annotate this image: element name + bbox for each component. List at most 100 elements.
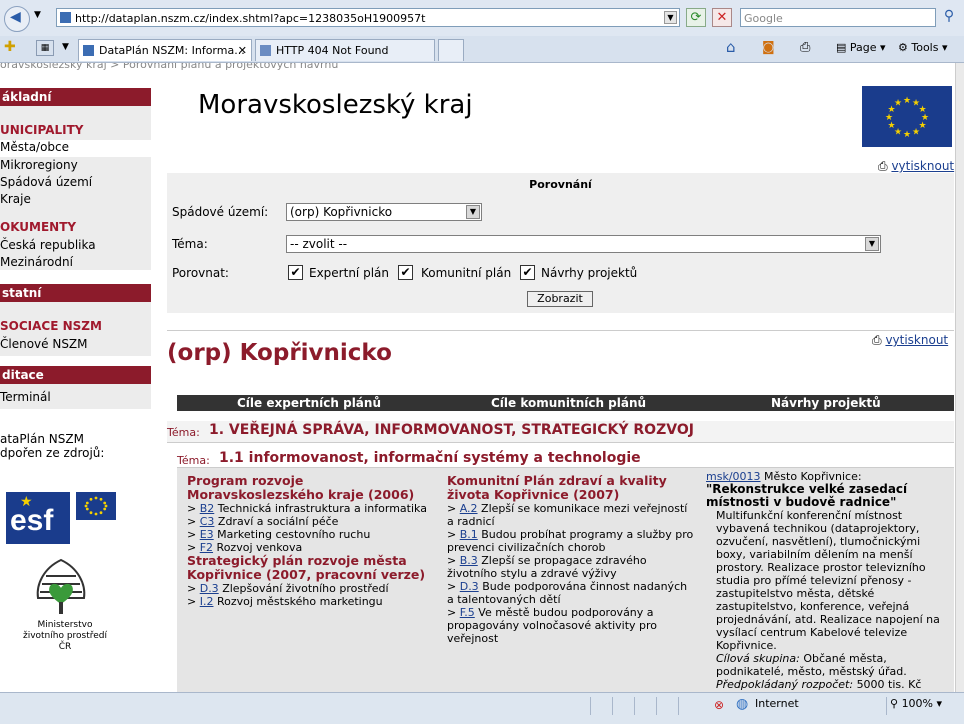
goal-code-link[interactable]: D.3 — [200, 582, 219, 595]
goal-code-link[interactable]: F.5 — [460, 606, 475, 619]
tools-menu[interactable]: ⚙ Tools ▾ — [898, 38, 948, 58]
tab-404[interactable]: HTTP 404 Not Found — [255, 39, 435, 61]
url-text: http://dataplan.nszm.cz/index.shtml?apc=… — [75, 12, 426, 25]
zoom-icon: ⚲ — [890, 697, 899, 710]
tab-label: DataPlán NSZM: Informa... — [99, 44, 245, 57]
ministry-caption: Ministerstvo životního prostředí ČR — [18, 620, 112, 653]
community-column: Komunitní Plán zdraví a kvality života K… — [447, 473, 697, 646]
status-segment — [612, 697, 635, 715]
sidebar-item-label: Kraje — [0, 192, 31, 206]
status-segment — [590, 697, 613, 715]
breadcrumb: oravskoslezský kraj > Porovnání plánů a … — [0, 63, 360, 71]
goal-text: Marketing cestovního ruchu — [217, 528, 371, 541]
page-menu[interactable]: ▤ Page ▾ — [836, 38, 886, 58]
print-link-label: vytisknout — [891, 159, 955, 173]
divider — [167, 330, 954, 331]
column-header-row: Cíle expertních plánů Cíle komunitních p… — [177, 395, 954, 411]
goal-code-link[interactable]: B.1 — [460, 528, 478, 541]
goal-code-link[interactable]: A.2 — [460, 502, 478, 515]
sidebar-item-international[interactable]: Mezinárodní — [0, 255, 73, 269]
goal-code-link[interactable]: E3 — [200, 528, 214, 541]
popup-blocked-icon[interactable]: ⊗ — [714, 698, 724, 712]
search-icon[interactable]: ⚲ — [938, 8, 960, 27]
print-link-top[interactable]: ⎙ vytisknout — [878, 159, 954, 174]
page-title: Moravskoslezský kraj — [198, 90, 473, 120]
theme-prefix: Téma: — [167, 426, 200, 439]
expert-plan-1-title: Program rozvoje Moravskoslezského kraje … — [187, 473, 415, 502]
goal-text: Rozvoj městského marketingu — [216, 595, 383, 608]
sidebar-item-label: Spádová území — [0, 175, 93, 189]
checkbox-expert[interactable]: ✔ — [288, 265, 303, 280]
search-input[interactable]: Google — [740, 8, 936, 27]
sidebar-item-members[interactable]: Členové NSZM — [0, 337, 88, 351]
svg-text:★: ★ — [912, 128, 920, 138]
sidebar-category-documents: OKUMENTY — [0, 220, 77, 234]
submit-button[interactable]: Zobrazit — [527, 291, 593, 307]
column-header-expert: Cíle expertních plánů — [237, 396, 381, 410]
checkbox-projects[interactable]: ✔ — [520, 265, 535, 280]
goal-code-link[interactable]: B.3 — [460, 554, 478, 567]
chevron-down-icon: ▼ — [466, 205, 480, 219]
sidebar-item-czech-republic[interactable]: Česká republika — [0, 238, 96, 252]
sidebar-item-label: Členové NSZM — [0, 337, 88, 351]
theme-prefix: Téma: — [177, 454, 210, 467]
goal-code-link[interactable]: I.2 — [200, 595, 214, 608]
refresh-icon[interactable]: ⟳ — [686, 8, 706, 27]
community-plan-title: Komunitní Plán zdraví a kvality života K… — [447, 473, 667, 502]
sidebar-section-other[interactable]: statní — [0, 284, 151, 302]
new-tab-button[interactable] — [438, 39, 464, 61]
sidebar: ákladní UNICIPALITY Města/obce Mikroregi… — [0, 72, 151, 692]
sidebar-item-regions[interactable]: Kraje — [0, 192, 31, 206]
expert-column: Program rozvoje Moravskoslezského kraje … — [187, 473, 437, 609]
ministry-tree-icon — [36, 558, 86, 614]
compare-heading: Porovnání — [529, 178, 592, 191]
favorites-star-icon[interactable]: ✚ — [4, 39, 16, 55]
back-arrow-icon: ◀ — [10, 9, 21, 25]
column-header-community: Cíle komunitních plánů — [491, 396, 647, 410]
theme-select[interactable]: -- zvolit -- ▼ — [286, 235, 881, 253]
goal-text: Ve městě budou podporovány a propagovány… — [447, 606, 658, 645]
zoom-control[interactable]: ⚲ 100% ▾ — [890, 697, 942, 710]
area-select[interactable]: (orp) Kopřivnicko ▼ — [286, 203, 482, 221]
goal-item: > B2 Technická infrastruktura a informat… — [187, 502, 427, 515]
sidebar-section-basic[interactable]: ákladní — [0, 88, 151, 106]
goal-code-link[interactable]: D.3 — [460, 580, 479, 593]
esf-logo-text: esf — [10, 504, 54, 537]
funding-text-2: dpořen ze zdrojů: — [0, 446, 105, 460]
checkbox-projects-label: Návrhy projektů — [541, 266, 638, 280]
page-menu-label: Page — [849, 41, 877, 54]
tools-menu-label: Tools — [911, 41, 939, 54]
url-dropdown-icon[interactable]: ▼ — [664, 11, 677, 24]
stop-icon[interactable]: ✕ — [712, 8, 732, 27]
home-icon[interactable]: ⌂ — [726, 37, 736, 57]
close-tab-icon[interactable]: ✕ — [238, 40, 247, 61]
print-link-result[interactable]: ⎙ vytisknout — [872, 333, 948, 348]
sidebar-item-cities[interactable]: Města/obce — [0, 140, 151, 157]
tab-dataplan[interactable]: DataPlán NSZM: Informa... ✕ — [78, 39, 252, 61]
checkmark-icon: ✔ — [400, 265, 411, 279]
quick-tabs-icon[interactable]: ▦ — [36, 40, 54, 56]
eu-flag: ★ ★ ★ ★ ★ ★ ★ ★ ★ ★ ★ ★ — [862, 86, 952, 147]
checkmark-icon: ✔ — [522, 265, 533, 279]
tab-list-dropdown-icon[interactable]: ▼ — [62, 42, 69, 52]
sidebar-item-catchment[interactable]: Spádová území — [0, 175, 92, 189]
print-icon[interactable]: ⎙ — [800, 38, 810, 58]
sidebar-item-terminal[interactable]: Terminál — [0, 390, 51, 404]
sidebar-item-microregions[interactable]: Mikroregiony — [0, 158, 78, 172]
checkbox-community[interactable]: ✔ — [398, 265, 413, 280]
back-button[interactable]: ◀ — [4, 6, 30, 32]
status-segment — [634, 697, 657, 715]
url-input[interactable]: http://dataplan.nszm.cz/index.shtml?apc=… — [56, 8, 680, 27]
sidebar-section-edit[interactable]: ditace — [0, 366, 151, 384]
project-target-label: Cílová skupina: — [716, 652, 800, 665]
sidebar-item-label: Mikroregiony — [0, 158, 78, 172]
page-icon: ▤ — [836, 41, 847, 54]
vertical-scrollbar[interactable] — [955, 63, 964, 692]
goal-code-link[interactable]: C3 — [200, 515, 215, 528]
result-title: (orp) Kopřivnicko — [167, 340, 392, 366]
checkbox-community-label: Komunitní plán — [421, 266, 512, 280]
goal-code-link[interactable]: B2 — [200, 502, 215, 515]
history-dropdown-icon[interactable]: ▼ — [34, 10, 41, 20]
feeds-icon[interactable]: ◙ — [762, 38, 775, 58]
checkmark-icon: ✔ — [290, 265, 301, 279]
